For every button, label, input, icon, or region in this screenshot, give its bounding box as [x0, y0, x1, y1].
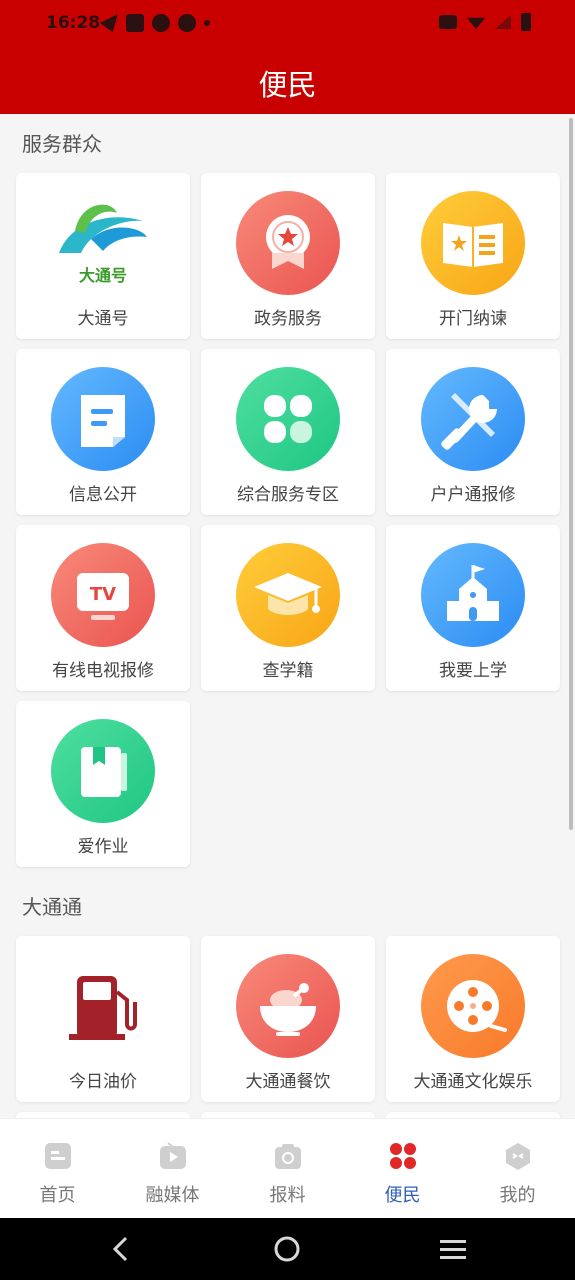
service-card-oil-price[interactable]: 今日油价 [16, 936, 190, 1102]
nav-item-convenience[interactable]: 便民 [345, 1119, 460, 1219]
service-card-cable-tv[interactable]: TV 有线电视报修 [16, 525, 190, 691]
app-notification-icon [152, 14, 170, 32]
telegram-icon [100, 14, 118, 32]
service-card-homework[interactable]: 爱作业 [16, 701, 190, 867]
system-status-icons [439, 13, 531, 31]
section-title-datongtong: 大通通 [22, 895, 82, 919]
service-label: 综合服务专区 [237, 485, 339, 505]
service-label: 户户通报修 [430, 485, 516, 505]
tools-icon [421, 367, 525, 471]
battery-icon [521, 13, 531, 31]
back-icon[interactable] [104, 1232, 138, 1266]
more-notifications-dot-icon [204, 20, 210, 26]
tv-icon: TV [51, 543, 155, 647]
service-label: 我要上学 [439, 661, 507, 681]
service-label: 查学籍 [262, 661, 314, 681]
service-card-entertainment[interactable]: 大通通文化娱乐 [386, 936, 560, 1102]
nav-label: 便民 [384, 1185, 421, 1206]
scrollbar[interactable] [569, 118, 573, 830]
food-bowl-icon [236, 954, 340, 1058]
nav-label: 首页 [39, 1185, 76, 1206]
notification-icons [100, 14, 210, 32]
gas-pump-icon [51, 954, 155, 1058]
media-play-icon [160, 1142, 186, 1169]
service-label: 大通通文化娱乐 [413, 1072, 533, 1092]
vibrate-icon [439, 15, 457, 29]
page-title: 便民 [258, 68, 317, 102]
datonghao-logo-text: 大通号 [79, 266, 127, 285]
open-book-icon [421, 191, 525, 295]
nav-label: 我的 [499, 1185, 536, 1206]
service-label: 今日油价 [69, 1072, 137, 1092]
home-icon [45, 1143, 71, 1169]
nav-item-report[interactable]: 报料 [230, 1119, 345, 1219]
service-label: 开门纳谏 [439, 309, 507, 329]
section-title-services: 服务群众 [22, 132, 102, 156]
bottom-nav: 首页 融媒体 报料 便民 我的 [0, 1118, 575, 1218]
tv-icon-text: TV [90, 584, 116, 605]
service-card-datonghao[interactable]: 大通号 大通号 [16, 173, 190, 339]
service-label: 有线电视报修 [52, 661, 154, 681]
service-label: 爱作业 [77, 837, 129, 857]
system-nav-bar [0, 1218, 575, 1280]
film-reel-icon [421, 954, 525, 1058]
service-card-government[interactable]: 政务服务 [201, 173, 375, 339]
service-card-dining[interactable]: 大通通餐饮 [201, 936, 375, 1102]
datonghao-logo-graphic: 大通号 [59, 204, 147, 285]
menu-icon[interactable] [436, 1232, 470, 1266]
school-icon [421, 543, 525, 647]
clover-icon [390, 1143, 416, 1169]
camera-icon [275, 1144, 301, 1169]
grid-clover-icon [236, 367, 340, 471]
signal-icon [495, 15, 511, 29]
app-notification-icon-2 [178, 14, 196, 32]
service-card-repair[interactable]: 户户通报修 [386, 349, 560, 515]
graduation-cap-icon [236, 543, 340, 647]
service-card-info-disclosure[interactable]: 信息公开 [16, 349, 190, 515]
service-card-enrollment[interactable]: 我要上学 [386, 525, 560, 691]
services-content[interactable]: 服务群众 大通号 大通号 政务服务 开门纳谏 信息公开 综合服务专区 户户通报修… [0, 114, 575, 1118]
service-card-student-record[interactable]: 查学籍 [201, 525, 375, 691]
nav-item-home[interactable]: 首页 [0, 1119, 115, 1219]
service-label: 大通通餐饮 [245, 1072, 331, 1092]
notebook-icon [51, 719, 155, 823]
service-card-comprehensive[interactable]: 综合服务专区 [201, 349, 375, 515]
wifi-icon [467, 17, 485, 29]
app-header: 便民 [0, 48, 575, 114]
nav-label: 融媒体 [145, 1185, 200, 1206]
document-icon [51, 367, 155, 471]
star-badge-icon [236, 191, 340, 295]
nav-item-media[interactable]: 融媒体 [115, 1119, 230, 1219]
nav-label: 报料 [269, 1185, 306, 1206]
mail-icon [126, 14, 144, 32]
nav-item-profile[interactable]: 我的 [460, 1119, 575, 1219]
profile-icon [506, 1143, 530, 1170]
status-time: 16:28 [46, 13, 101, 33]
service-card-suggestions[interactable]: 开门纳谏 [386, 173, 560, 339]
home-circle-icon[interactable] [270, 1232, 304, 1266]
status-bar: 16:28 [0, 0, 575, 48]
service-label: 政务服务 [254, 309, 322, 329]
service-label: 大通号 [77, 309, 129, 329]
datonghao-logo: 大通号 [51, 191, 155, 295]
service-label: 信息公开 [69, 485, 137, 505]
